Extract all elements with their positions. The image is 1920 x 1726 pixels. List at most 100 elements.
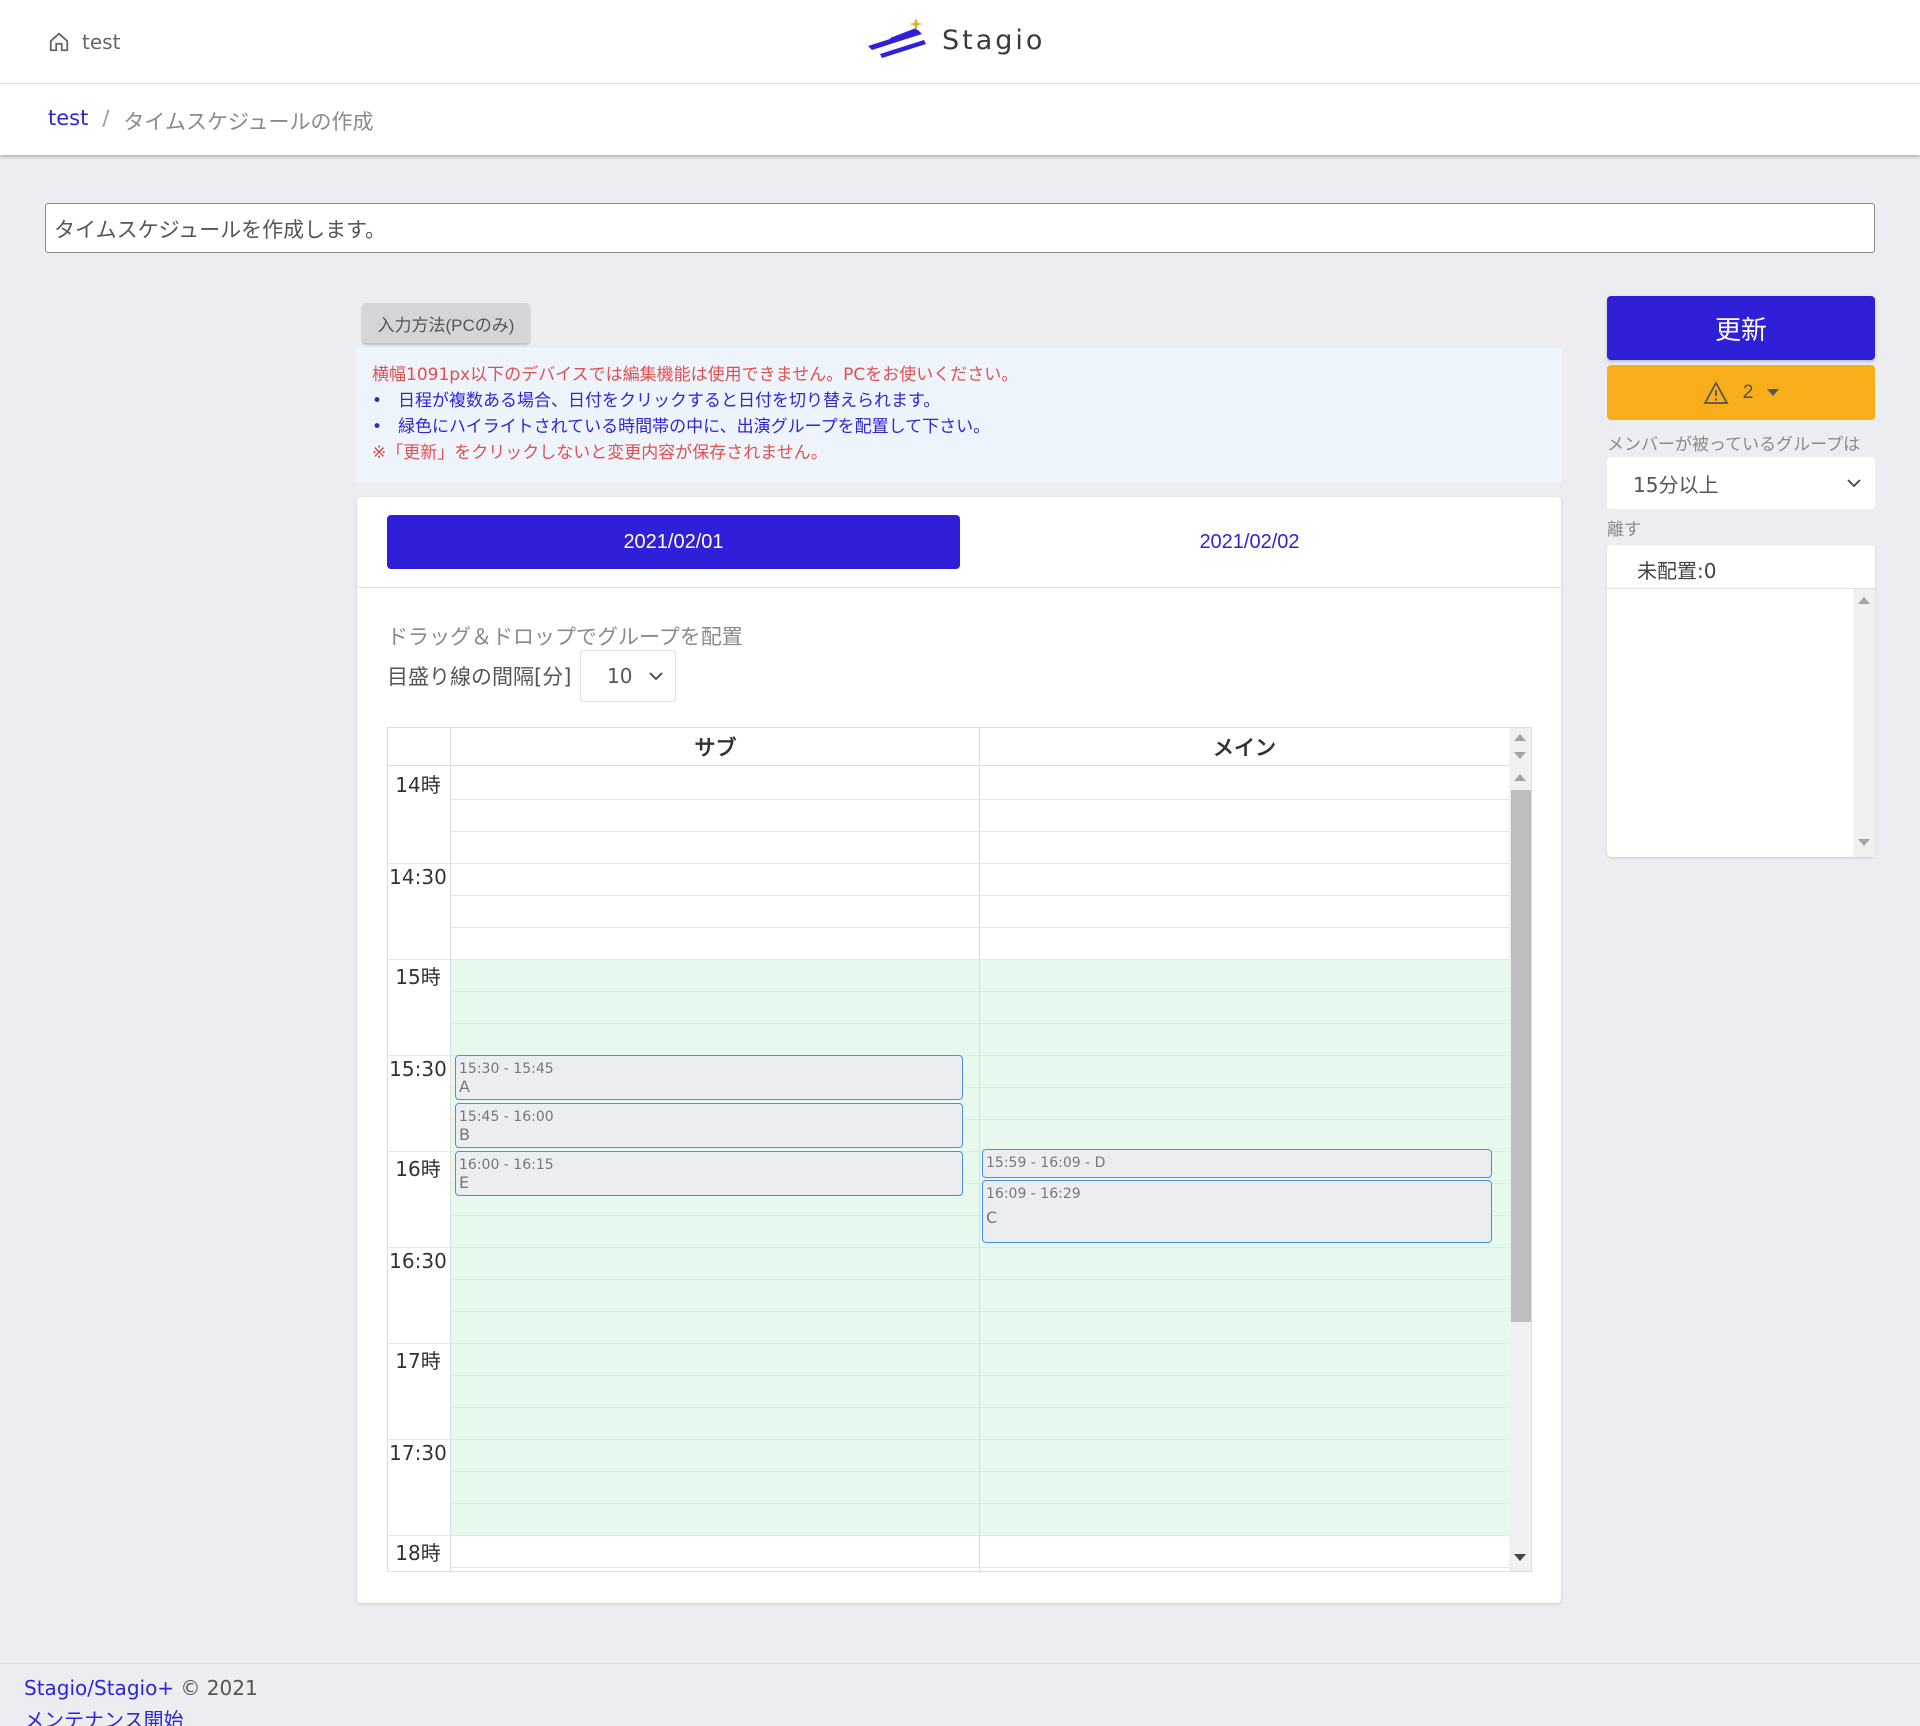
scroll-thumb[interactable] [1511, 790, 1531, 1322]
notice-save-note: ※「更新」をクリックしないと変更内容が保存されません。 [372, 443, 828, 463]
group-block-c[interactable]: 16:09 - 16:29 C [982, 1180, 1492, 1243]
group-time: 15:59 - 16:09 - D [986, 1155, 1106, 1171]
input-method-button[interactable]: 入力方法(PCのみ) [362, 303, 530, 343]
grid-divider [450, 728, 451, 766]
breadcrumb-bar: test / タイムスケジュールの作成 [0, 84, 1920, 155]
grid-header: サブ メイン [388, 728, 1509, 766]
schedule-grid: サブ メイン 14時 14:30 15時 15:30 16時 16:30 17時… [387, 727, 1532, 1572]
update-button[interactable]: 更新 [1607, 296, 1875, 360]
interval-select[interactable]: 10 [580, 650, 676, 702]
group-name: E [459, 1173, 470, 1192]
grid-line [451, 1023, 1509, 1024]
grid-line [451, 1407, 1509, 1408]
group-time: 16:09 - 16:29 [986, 1186, 1081, 1202]
time-label: 15時 [395, 965, 441, 989]
scroll-down-arrow[interactable] [1514, 1554, 1526, 1561]
grid-divider [979, 767, 980, 1571]
maintenance-link[interactable]: メンテナンス開始 [24, 1704, 184, 1726]
scroll-up-arrow[interactable] [1858, 597, 1870, 604]
scroll-down-arrow[interactable] [1858, 839, 1870, 846]
grid-line [388, 863, 1509, 864]
unplaced-count: 未配置:0 [1607, 545, 1875, 589]
group-name: C [986, 1208, 998, 1227]
divider [357, 587, 1561, 588]
grid-body[interactable]: 14時 14:30 15時 15:30 16時 16:30 17時 17:30 … [388, 767, 1509, 1571]
grid-line [451, 1567, 1509, 1568]
notice-box: 横幅1091px以下のデバイスでは編集機能は使用できません。PCをお使いください… [356, 348, 1562, 482]
grid-line [451, 1279, 1509, 1280]
grid-line [451, 1375, 1509, 1376]
grid-scrollbar[interactable] [1509, 728, 1531, 1571]
footer: Stagio/Stagio+ © 2021 メンテナンス開始 [0, 1663, 1920, 1726]
breadcrumb-link-test[interactable]: test [48, 106, 88, 136]
footer-copyright-text: © 2021 [180, 1676, 258, 1700]
schedule-card: 2021/02/01 2021/02/02 ドラッグ＆ドロップでグループを配置 … [357, 497, 1561, 1603]
group-name: A [459, 1077, 470, 1096]
time-label: 16時 [395, 1157, 441, 1181]
home-label: test [82, 30, 121, 54]
overlap-label: メンバーが被っているグループは [1607, 435, 1861, 455]
stage-header-main: メイン [1213, 736, 1276, 760]
stagio-logo[interactable]: Stagio [866, 16, 1045, 64]
group-name: B [459, 1125, 470, 1144]
top-bar: test Stagio [0, 0, 1920, 84]
grid-line [451, 831, 1509, 832]
time-label: 14時 [395, 773, 441, 797]
breadcrumb: test / タイムスケジュールの作成 [48, 106, 374, 136]
scroll-up-arrow[interactable] [1514, 734, 1526, 741]
group-time: 16:00 - 16:15 [459, 1157, 554, 1173]
time-label: 17:30 [389, 1441, 447, 1465]
unplaced-groups-panel[interactable]: 未配置:0 [1607, 545, 1875, 857]
time-label: 18時 [395, 1541, 441, 1565]
time-label: 15:30 [389, 1057, 447, 1081]
scroll-down-arrow[interactable] [1514, 752, 1526, 759]
logo-icon [868, 18, 926, 58]
logo-text: Stagio [942, 24, 1046, 56]
notice-warning: 横幅1091px以下のデバイスでは編集機能は使用できません。PCをお使いください… [372, 365, 1019, 385]
grid-divider [450, 767, 451, 1571]
grid-line [388, 1343, 1509, 1344]
breadcrumb-separator: / [102, 106, 110, 130]
warning-count: 2 [1742, 381, 1754, 403]
overlap-select[interactable]: 15分以上 [1607, 457, 1875, 509]
chevron-down-icon [1847, 479, 1861, 488]
group-block-a[interactable]: 15:30 - 15:45 A [455, 1055, 963, 1100]
grid-line [451, 1503, 1509, 1504]
group-block-e[interactable]: 16:00 - 16:15 E [455, 1151, 963, 1196]
interval-value: 10 [607, 664, 633, 688]
home-icon [49, 32, 69, 52]
date-tab-1[interactable]: 2021/02/01 [387, 515, 960, 569]
grid-line [451, 799, 1509, 800]
grid-line [451, 1471, 1509, 1472]
grid-line [388, 1535, 1509, 1536]
time-label: 17時 [395, 1349, 441, 1373]
caret-down-icon [1767, 389, 1780, 396]
grid-line [451, 1311, 1509, 1312]
separate-label: 離す [1607, 520, 1641, 540]
grid-divider [979, 728, 980, 766]
notice-item: 日程が複数ある場合、日付をクリックすると日付を切り替えられます。 [372, 388, 1546, 414]
group-block-b[interactable]: 15:45 - 16:00 B [455, 1103, 963, 1148]
grid-line [388, 1247, 1509, 1248]
date-tab-2[interactable]: 2021/02/02 [963, 515, 1536, 569]
description-field[interactable]: タイムスケジュールを作成します。 [45, 203, 1875, 253]
drag-drop-hint: ドラッグ＆ドロップでグループを配置 [387, 625, 743, 649]
interval-label: 目盛り線の間隔[分] [387, 665, 572, 689]
grid-line [451, 895, 1509, 896]
group-time: 15:45 - 16:00 [459, 1109, 554, 1125]
home-link[interactable]: test [48, 30, 120, 54]
group-block-d[interactable]: 15:59 - 16:09 - D [982, 1149, 1492, 1178]
warning-icon [1703, 380, 1729, 404]
warning-dropdown[interactable]: 2 [1607, 365, 1875, 420]
footer-copyright: Stagio/Stagio+ © 2021 [24, 1676, 258, 1700]
time-label: 16:30 [389, 1249, 447, 1273]
notice-list: 日程が複数ある場合、日付をクリックすると日付を切り替えられます。 緑色にハイライ… [372, 388, 1546, 440]
unplaced-scrollbar[interactable] [1853, 589, 1875, 857]
chevron-down-icon [649, 672, 663, 681]
footer-brand-link[interactable]: Stagio/Stagio+ [24, 1676, 174, 1700]
grid-line [451, 991, 1509, 992]
notice-item: 緑色にハイライトされている時間帯の中に、出演グループを配置して下さい。 [372, 414, 1546, 440]
stage-header-sub: サブ [694, 736, 737, 760]
scroll-up-arrow[interactable] [1514, 774, 1526, 781]
group-time: 15:30 - 15:45 [459, 1061, 554, 1077]
